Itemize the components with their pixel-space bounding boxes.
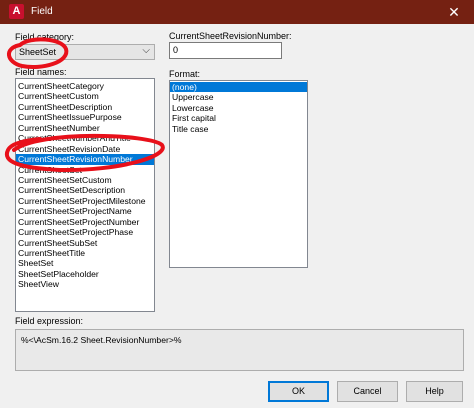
field-name-item[interactable]: CurrentSheetTitle: [16, 248, 154, 258]
field-name-item[interactable]: CurrentSheetSetProjectPhase: [16, 227, 154, 237]
format-list[interactable]: (none) Uppercase Lowercase First capital Tit…: [169, 80, 308, 268]
field-name-item[interactable]: CurrentSheetCategory: [16, 81, 154, 91]
field-names-list[interactable]: CurrentSheetCategory CurrentSheetCustom Cu…: [15, 78, 155, 312]
field-name-item[interactable]: CurrentSheetSet: [16, 165, 154, 175]
format-item[interactable]: (none): [170, 82, 307, 93]
field-value-field[interactable]: 0: [169, 42, 282, 59]
field-dialog: Field category: SheetSet ⌵ Field names: …: [0, 24, 474, 408]
format-label: Format:: [169, 69, 201, 79]
field-name-item[interactable]: CurrentSheetSetProjectName: [16, 206, 154, 216]
field-name-item[interactable]: CurrentSheetRevisionNumber: [16, 154, 154, 165]
field-name-item[interactable]: CurrentSheetSetDescription: [16, 185, 154, 195]
field-value-label: CurrentSheetRevisionNumber:: [169, 31, 292, 41]
close-icon[interactable]: ✕: [434, 0, 474, 24]
field-name-item[interactable]: CurrentSheetDescription: [16, 102, 154, 112]
field-category-label: Field category:: [15, 32, 75, 42]
field-name-item[interactable]: CurrentSheetSetProjectMilestone: [16, 196, 154, 206]
window-title: Field: [31, 6, 53, 17]
field-name-item[interactable]: CurrentSheetSetProjectNumber: [16, 217, 154, 227]
ok-button[interactable]: OK: [268, 381, 329, 402]
field-name-item[interactable]: CurrentSheetSubSet: [16, 238, 154, 248]
field-name-item[interactable]: CurrentSheetCustom: [16, 91, 154, 101]
field-name-item[interactable]: CurrentSheetNumberAndTitle: [16, 133, 154, 143]
field-name-item[interactable]: SheetView: [16, 279, 154, 289]
title-bar: A Field ✕: [0, 0, 474, 24]
field-name-item[interactable]: CurrentSheetRevisionDate: [16, 144, 154, 154]
field-name-item[interactable]: CurrentSheetIssuePurpose: [16, 112, 154, 122]
format-item[interactable]: Title case: [170, 124, 307, 134]
help-button[interactable]: Help: [406, 381, 463, 402]
field-name-item[interactable]: CurrentSheetSetCustom: [16, 175, 154, 185]
field-names-label: Field names:: [15, 67, 67, 77]
format-item[interactable]: Lowercase: [170, 103, 307, 113]
cancel-button[interactable]: Cancel: [337, 381, 398, 402]
field-name-item[interactable]: SheetSetPlaceholder: [16, 269, 154, 279]
format-item[interactable]: First capital: [170, 113, 307, 123]
field-category-select[interactable]: SheetSet ⌵: [15, 44, 155, 60]
field-category-value: SheetSet: [19, 47, 57, 57]
field-name-item[interactable]: SheetSet: [16, 258, 154, 268]
field-expression-label: Field expression:: [15, 316, 84, 326]
field-name-item[interactable]: CurrentSheetNumber: [16, 123, 154, 133]
autocad-icon: A: [9, 4, 24, 19]
format-item[interactable]: Uppercase: [170, 92, 307, 102]
field-expression-box[interactable]: %<\AcSm.16.2 Sheet.RevisionNumber>%: [15, 329, 464, 371]
chevron-down-icon[interactable]: ⌵: [142, 45, 150, 56]
